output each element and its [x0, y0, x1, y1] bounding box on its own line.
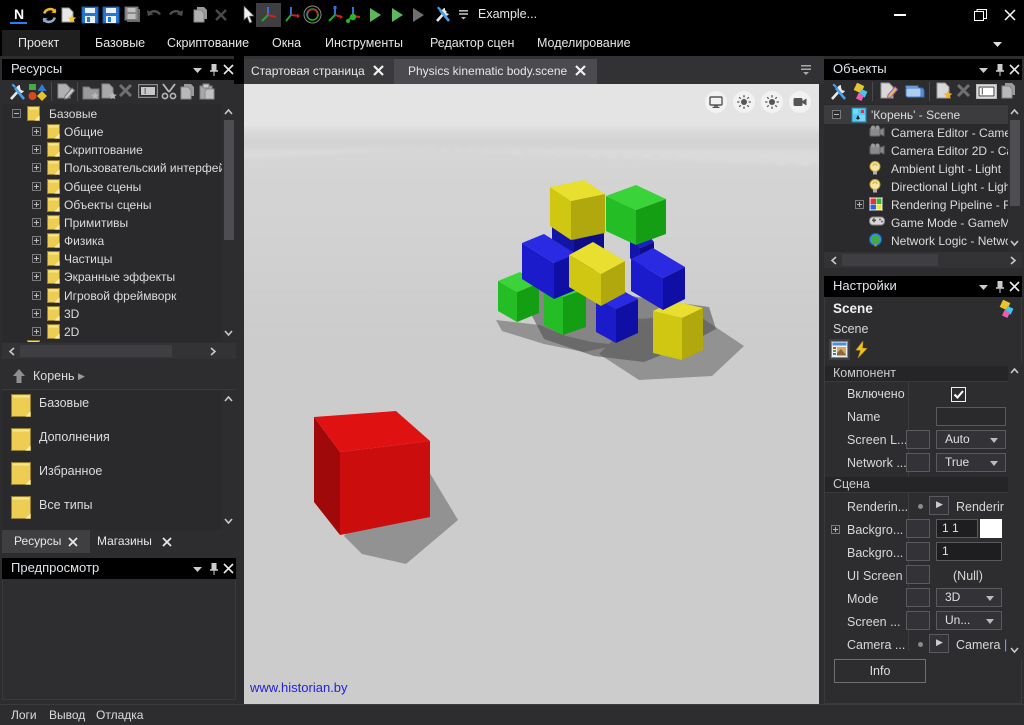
svg-text:I: I [981, 87, 984, 97]
svg-text:I: I [144, 87, 146, 96]
